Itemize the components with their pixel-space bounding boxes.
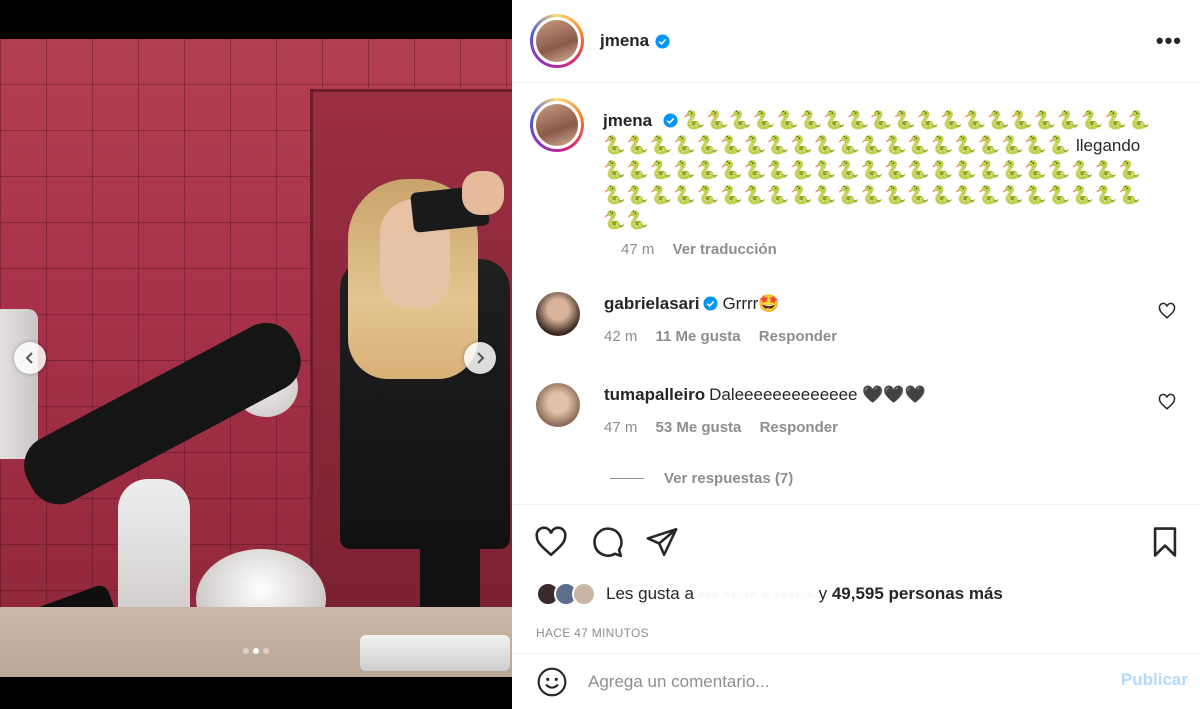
likes-text: Les gusta a ··· ·· ·· · ···· · y 49,595 … [606, 584, 1003, 604]
reply-button[interactable]: Responder [760, 419, 838, 436]
emoji-smiley-icon[interactable] [536, 666, 568, 698]
replies-divider [610, 478, 644, 479]
commenter-avatar[interactable] [536, 292, 580, 336]
comment-meta: 42 m 11 Me gusta Responder [604, 328, 837, 345]
carousel-indicator [0, 648, 512, 654]
heart-icon[interactable] [1158, 393, 1176, 411]
blurred-username: ··· ·· ·· · ···· · [698, 584, 814, 603]
carousel-dot-active [253, 648, 259, 654]
view-replies-label: Ver respuestas (7) [664, 470, 794, 487]
comment-likes[interactable]: 11 Me gusta [656, 328, 741, 345]
comment-likes[interactable]: 53 Me gusta [656, 419, 742, 436]
comment-body: Grrrr🤩 [722, 294, 780, 313]
likes-middle: y [813, 584, 832, 603]
hand [462, 171, 504, 215]
caption-meta: 47 m Ver traducción [621, 241, 777, 258]
snake-emoji-run: 🐍🐍🐍🐍🐍🐍🐍🐍🐍🐍🐍🐍🐍🐍🐍🐍🐍🐍🐍🐍🐍🐍🐍🐍🐍🐍🐍🐍🐍🐍🐍🐍🐍🐍🐍🐍🐍🐍🐍🐍 [603, 110, 1151, 156]
commenter-username[interactable]: gabrielasari [604, 294, 699, 313]
comment-input[interactable] [588, 666, 1068, 698]
more-options-icon[interactable]: ••• [1156, 28, 1182, 54]
chevron-left-icon [25, 352, 33, 364]
carousel-dot [243, 648, 249, 654]
comment-text: gabrielasari Grrrr🤩 [604, 294, 780, 314]
caption-time[interactable]: 47 m [621, 241, 654, 258]
likes-summary: Les gusta a ··· ·· ·· · ···· · y 49,595 … [536, 582, 1003, 606]
verified-badge-icon [663, 113, 678, 128]
view-replies-button[interactable]: Ver respuestas (7) [610, 470, 793, 487]
comment-meta: 47 m 53 Me gusta Responder [604, 419, 838, 436]
commenter-username[interactable]: tumapalleiro [604, 385, 705, 404]
carousel-dot [263, 648, 269, 654]
caption-word: llegando [1075, 136, 1141, 155]
reply-button[interactable]: Responder [759, 328, 837, 345]
likes-prefix: Les gusta a [606, 584, 694, 603]
verified-badge-icon [655, 33, 670, 49]
caption-username[interactable]: jmena [603, 111, 652, 130]
action-bar [512, 504, 1200, 576]
snake-emoji-run: 🐍🐍🐍🐍🐍🐍🐍🐍🐍🐍🐍🐍🐍🐍🐍🐍🐍🐍🐍🐍🐍🐍🐍🐍🐍🐍🐍🐍🐍🐍🐍🐍🐍🐍🐍🐍🐍🐍🐍🐍… [603, 160, 1142, 231]
author-username[interactable]: jmena [600, 31, 649, 51]
post-photo [0, 39, 512, 677]
heart-icon[interactable] [1158, 302, 1176, 320]
carousel-prev-button[interactable] [14, 342, 46, 374]
likes-count[interactable]: 49,595 personas más [832, 584, 1003, 603]
author-avatar[interactable] [530, 14, 584, 68]
chevron-right-icon [477, 352, 485, 364]
translate-link[interactable]: Ver traducción [673, 241, 777, 258]
verified-badge-icon [703, 296, 718, 311]
comment-time[interactable]: 47 m [604, 419, 637, 436]
post-media [0, 0, 512, 709]
save-bookmark-icon[interactable] [1148, 525, 1182, 559]
share-paper-plane-icon[interactable] [645, 525, 679, 559]
caption-avatar[interactable] [530, 98, 584, 152]
carousel-next-button[interactable] [464, 342, 496, 374]
comment-bubble-icon[interactable] [590, 525, 624, 559]
post-header: jmena ••• [512, 0, 1200, 83]
like-heart-icon[interactable] [534, 525, 568, 559]
post-timestamp[interactable]: HACE 47 MINUTOS [536, 626, 649, 640]
publish-button[interactable]: Publicar [1121, 670, 1188, 690]
comment-body: Daleeeeeeeeeeeee 🖤🖤🖤 [709, 385, 926, 404]
paper-dispenser [0, 309, 38, 459]
caption-text: jmena 🐍🐍🐍🐍🐍🐍🐍🐍🐍🐍🐍🐍🐍🐍🐍🐍🐍🐍🐍🐍🐍🐍🐍🐍🐍🐍🐍🐍🐍🐍🐍🐍🐍🐍… [603, 108, 1163, 233]
liker-avatar[interactable] [572, 582, 596, 606]
comment-text: tumapalleiro Daleeeeeeeeeeeee 🖤🖤🖤 [604, 385, 926, 405]
commenter-avatar[interactable] [536, 383, 580, 427]
comment-time[interactable]: 42 m [604, 328, 637, 345]
add-comment-bar: Publicar [512, 653, 1200, 709]
post-panel: jmena ••• jmena 🐍🐍🐍🐍🐍🐍🐍🐍🐍🐍🐍🐍🐍🐍🐍🐍🐍🐍🐍🐍🐍🐍🐍🐍… [512, 0, 1200, 709]
